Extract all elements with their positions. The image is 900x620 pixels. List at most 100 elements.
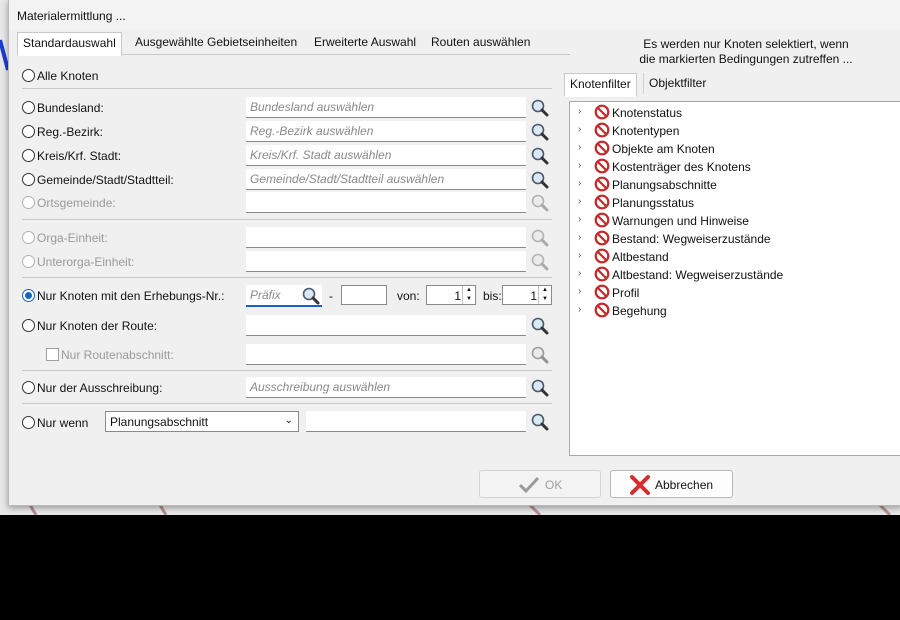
search-icon[interactable] xyxy=(530,146,550,166)
search-icon[interactable] xyxy=(530,170,550,190)
bis-arrows[interactable]: ▲ ▼ xyxy=(538,286,551,304)
tab-erweiterte-auswahl[interactable]: Erweiterte Auswahl xyxy=(309,32,421,53)
no-entry-icon xyxy=(594,140,610,156)
condition-value-input[interactable] xyxy=(306,411,526,432)
ok-button[interactable]: OK xyxy=(479,470,601,498)
tab-gebietseinheiten[interactable]: Ausgewählte Gebietseinheiten xyxy=(130,32,302,53)
radio-regbezirk[interactable] xyxy=(22,125,35,138)
label-unterorga: Unterorga-Einheit: xyxy=(37,255,135,269)
label-route: Nur Knoten der Route: xyxy=(37,319,158,333)
search-icon xyxy=(531,253,549,271)
label-gemeinde: Gemeinde/Stadt/Stadtteil: xyxy=(37,173,174,187)
gemeinde-placeholder: Gemeinde/Stadt/Stadtteil auswählen xyxy=(250,172,445,186)
dialog-title: Materialermittlung ... xyxy=(17,9,126,23)
radio-kreis[interactable] xyxy=(22,149,35,162)
radio-orga xyxy=(22,231,35,244)
tab-standardauswahl[interactable]: Standardauswahl xyxy=(17,32,122,56)
chevron-right-icon[interactable]: › xyxy=(578,214,581,225)
label-erhebung: Nur Knoten mit den Erhebungs-Nr.: xyxy=(37,289,225,303)
bis-stepper[interactable]: 1 ▲ ▼ xyxy=(502,285,552,305)
row-routenabschnitt: Nur Routenabschnitt: xyxy=(17,344,570,366)
arrow-up-icon[interactable]: ▲ xyxy=(463,286,475,295)
radio-bundesland[interactable] xyxy=(22,101,35,114)
routenabschnitt-input xyxy=(246,344,526,365)
no-entry-icon xyxy=(594,104,610,120)
tree-item-label: Profil xyxy=(612,286,640,300)
no-entry-icon xyxy=(594,248,610,264)
material-dialog: Materialermittlung ... Standardauswahl A… xyxy=(8,0,900,506)
tree-item-label: Begehung xyxy=(612,304,667,318)
tree-item-label: Objekte am Knoten xyxy=(612,142,715,156)
chevron-right-icon[interactable]: › xyxy=(578,124,581,135)
search-icon[interactable] xyxy=(530,378,550,398)
row-erhebung: Nur Knoten mit den Erhebungs-Nr.: Präfix… xyxy=(17,285,570,307)
label-bundesland: Bundesland: xyxy=(37,101,104,115)
arrow-down-icon[interactable]: ▼ xyxy=(539,295,551,304)
divider xyxy=(22,403,552,404)
search-icon xyxy=(531,346,549,364)
ausschreibung-input[interactable]: Ausschreibung auswählen xyxy=(246,377,526,398)
radio-ausschreibung[interactable] xyxy=(22,381,35,394)
condition-select[interactable]: Planungsabschnitt ⌄ xyxy=(105,411,299,432)
cancel-label: Abbrechen xyxy=(655,478,714,492)
tab-objektfilter[interactable]: Objektfilter xyxy=(643,73,711,94)
chevron-right-icon[interactable]: › xyxy=(578,268,581,279)
radio-ortsgemeinde xyxy=(22,196,35,209)
tab-routen-auswaehlen[interactable]: Routen auswählen xyxy=(426,32,535,53)
von-arrows[interactable]: ▲ ▼ xyxy=(462,286,475,304)
chevron-right-icon[interactable]: › xyxy=(578,286,581,297)
tree-item-label: Warnungen und Hinweise xyxy=(612,214,749,228)
search-icon[interactable] xyxy=(530,122,550,142)
row-unterorga: Unterorga-Einheit: xyxy=(17,251,570,273)
tab-knotenfilter[interactable]: Knotenfilter xyxy=(564,73,637,97)
tree-item-label: Planungsstatus xyxy=(612,196,695,210)
gemeinde-input[interactable]: Gemeinde/Stadt/Stadtteil auswählen xyxy=(246,169,526,190)
row-kreis: Kreis/Krf. Stadt: Kreis/Krf. Stadt auswä… xyxy=(17,145,570,167)
divider xyxy=(22,88,552,89)
route-input[interactable] xyxy=(246,315,526,336)
radio-erhebung[interactable] xyxy=(22,289,35,302)
von-stepper[interactable]: 1 ▲ ▼ xyxy=(426,285,476,305)
radio-route[interactable] xyxy=(22,319,35,332)
label-nurwenn: Nur wenn xyxy=(37,416,89,430)
search-icon[interactable] xyxy=(530,98,550,118)
bundesland-input[interactable]: Bundesland auswählen xyxy=(246,97,526,118)
ortsgemeinde-input xyxy=(246,192,526,213)
number-input[interactable] xyxy=(341,285,387,305)
chevron-right-icon[interactable]: › xyxy=(578,178,581,189)
arrow-up-icon[interactable]: ▲ xyxy=(539,286,551,295)
row-alle-knoten[interactable]: Alle Knoten xyxy=(17,65,570,87)
search-icon[interactable] xyxy=(301,286,321,306)
range-dash: - xyxy=(329,289,333,303)
chevron-right-icon[interactable]: › xyxy=(578,106,581,117)
no-entry-icon xyxy=(594,266,610,282)
divider xyxy=(22,370,552,371)
tree-item-label: Planungsabschnitte xyxy=(612,178,717,192)
cancel-button[interactable]: Abbrechen xyxy=(610,470,733,498)
chevron-right-icon[interactable]: › xyxy=(578,304,581,315)
regbezirk-placeholder: Reg.-Bezirk auswählen xyxy=(250,124,374,138)
search-icon[interactable] xyxy=(530,412,550,432)
row-gemeinde: Gemeinde/Stadt/Stadtteil: Gemeinde/Stadt… xyxy=(17,169,570,191)
radio-alle-knoten[interactable] xyxy=(22,69,35,82)
knotenfilter-tree[interactable]: › Knotenstatus › Knotentypen › Objekte am Kno… xyxy=(569,101,900,456)
row-nurwenn: Nur wenn Planungsabschnitt ⌄ xyxy=(17,411,570,433)
row-bundesland: Bundesland: Bundesland auswählen xyxy=(17,97,570,119)
chevron-right-icon[interactable]: › xyxy=(578,232,581,243)
kreis-input[interactable]: Kreis/Krf. Stadt auswählen xyxy=(246,145,526,166)
routenabschnitt-checkbox[interactable] xyxy=(46,348,59,361)
regbezirk-input[interactable]: Reg.-Bezirk auswählen xyxy=(246,121,526,142)
arrow-down-icon[interactable]: ▼ xyxy=(463,295,475,304)
label-regbezirk: Reg.-Bezirk: xyxy=(37,125,104,139)
chevron-right-icon[interactable]: › xyxy=(578,250,581,261)
row-ortsgemeinde: Ortsgemeinde: xyxy=(17,192,570,214)
info-line-2: die markierten Bedingungen zutreffen ... xyxy=(639,52,853,66)
label-ausschreibung: Nur der Ausschreibung: xyxy=(37,381,163,395)
chevron-right-icon[interactable]: › xyxy=(578,142,581,153)
chevron-right-icon[interactable]: › xyxy=(578,160,581,171)
search-icon[interactable] xyxy=(530,316,550,336)
bis-value: 1 xyxy=(530,289,537,303)
radio-gemeinde[interactable] xyxy=(22,173,35,186)
radio-nurwenn[interactable] xyxy=(22,416,35,429)
chevron-right-icon[interactable]: › xyxy=(578,196,581,207)
